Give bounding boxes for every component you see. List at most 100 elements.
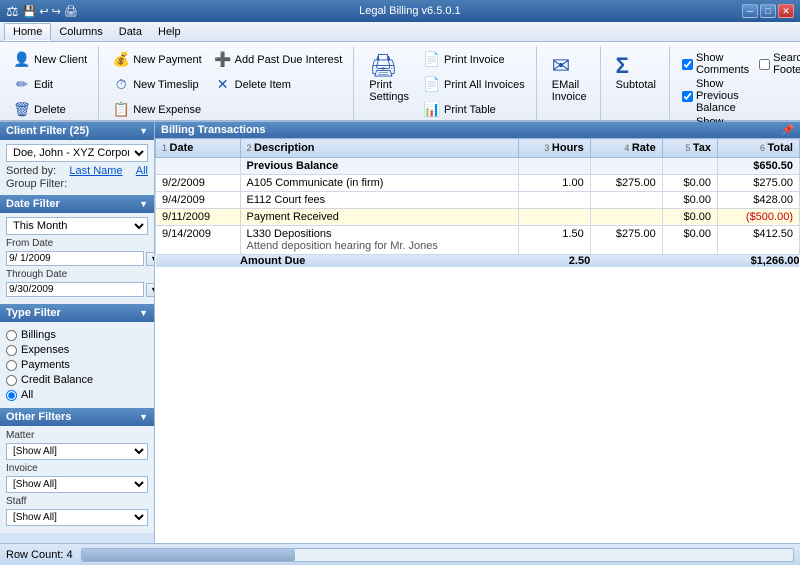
new-client-icon: 👤 [13,51,31,68]
table-row[interactable]: 9/14/2009 L330 Depositions Attend deposi… [156,226,800,255]
row2-date: 9/4/2009 [156,192,241,209]
table-row[interactable]: 9/4/2009 E112 Court fees $0.00 $428.00 [156,192,800,209]
all-radio-label[interactable]: All [6,389,148,401]
left-panel: Client Filter (25) ▼ Doe, John - XYZ Cor… [0,122,155,543]
table-row[interactable]: 9/2/2009 A105 Communicate (in firm) 1.00… [156,175,800,192]
email-invoice-button[interactable]: ✉ EMail Invoice [545,48,594,106]
footer-total: $1,266.00 [717,255,799,268]
ribbon-subtotal-buttons: Σ Subtotal [609,46,663,116]
other-filters-content: Matter [Show All] Invoice [Show All] Sta… [0,426,154,533]
through-date-input[interactable] [6,282,144,297]
statusbar: Row Count: 4 [0,543,800,565]
add-past-due-button[interactable]: ➕ Add Past Due Interest [209,48,348,71]
prev-balance-date [156,158,241,175]
table-row[interactable]: Previous Balance $650.50 [156,158,800,175]
all-radio[interactable] [6,390,17,401]
show-prev-balance-label[interactable]: Show Previous Balance [682,78,749,114]
expenses-radio-label[interactable]: Expenses [6,344,148,356]
row4-desc: L330 Depositions Attend deposition heari… [240,226,519,255]
menubar: Home Columns Data Help [0,22,800,42]
sort-last-name-link[interactable]: Last Name [69,165,122,177]
ribbon-clients-buttons: 👤 New Client ✏ Edit 🗑 Delete [8,46,92,121]
delete-button[interactable]: 🗑 Delete [8,98,92,121]
minimize-button[interactable]: ─ [742,4,758,18]
from-date-input[interactable] [6,251,144,266]
type-filter-radios: Billings Expenses Payments Credit Balanc… [6,326,148,404]
show-prev-balance-checkbox[interactable] [682,91,693,102]
from-date-calendar-button[interactable]: ▼ [146,252,155,266]
type-filter-title: Type Filter [6,307,61,319]
menu-home[interactable]: Home [4,23,51,41]
col-date[interactable]: 1 Date [156,139,241,158]
scrollbar[interactable] [81,548,794,562]
payments-radio[interactable] [6,360,17,371]
ribbon-print-col: 📄 Print Invoice 📄 Print All Invoices 📊 P… [418,48,530,121]
prev-balance-hours [519,158,590,175]
quick-access: 💾 ↩ ↪ 🖨 [23,5,78,18]
expenses-radio[interactable] [6,345,17,356]
row1-desc: A105 Communicate (in firm) [240,175,519,192]
other-filters-header[interactable]: Other Filters ▼ [0,408,154,426]
invoice-select[interactable]: [Show All] [6,476,148,493]
staff-select[interactable]: [Show All] [6,509,148,526]
print-all-button[interactable]: 📄 Print All Invoices [418,73,530,96]
delete-item-icon: ✕ [214,76,232,93]
col-tax[interactable]: 5 Tax [662,139,717,158]
through-date-calendar-button[interactable]: ▼ [146,283,155,297]
add-past-due-icon: ➕ [214,51,232,68]
col-description[interactable]: 2 Description [240,139,519,158]
print-table-button[interactable]: 📊 Print Table [418,98,530,121]
close-button[interactable]: ✕ [778,4,794,18]
new-client-button[interactable]: 👤 New Client [8,48,92,71]
print-invoice-button[interactable]: 📄 Print Invoice [418,48,530,71]
client-filter-content: Doe, John - XYZ Corporation Sorted by: L… [0,140,154,195]
billings-radio[interactable] [6,330,17,341]
sort-line: Sorted by: Last Name All [6,165,148,177]
ribbon-clients-col: 👤 New Client ✏ Edit 🗑 Delete [8,48,92,121]
row2-desc: E112 Court fees [240,192,519,209]
show-comments-checkbox[interactable] [682,59,693,70]
new-timeslip-button[interactable]: ⏱ New Timeslip [107,73,206,96]
payments-radio-label[interactable]: Payments [6,359,148,371]
credit-balance-radio-label[interactable]: Credit Balance [6,374,148,386]
client-filter-header[interactable]: Client Filter (25) ▼ [0,122,154,140]
search-footer-label[interactable]: Search Footer [759,52,800,76]
new-expense-button[interactable]: 📋 New Expense [107,98,206,121]
print-settings-button[interactable]: 🖨 Print Settings [362,48,416,106]
type-filter-header[interactable]: Type Filter ▼ [0,304,154,322]
table-row[interactable]: 9/11/2009 Payment Received $0.00 ($500.0… [156,209,800,226]
invoice-label: Invoice [6,463,148,474]
menu-columns[interactable]: Columns [51,24,110,40]
col-hours[interactable]: 3 Hours [519,139,590,158]
delete-item-button[interactable]: ✕ Delete Item [209,73,348,96]
ribbon-group-clients: 👤 New Client ✏ Edit 🗑 Delete Clients 📌 [2,46,99,120]
client-select[interactable]: Doe, John - XYZ Corporation [6,144,148,162]
maximize-button[interactable]: □ [760,4,776,18]
date-filter-header[interactable]: Date Filter ▼ [0,195,154,213]
date-preset-select[interactable]: This Month [6,217,148,235]
row2-tax: $0.00 [662,192,717,209]
ribbon-billing-col1: 💰 New Payment ⏱ New Timeslip 📋 New Expen… [107,48,206,121]
edit-button[interactable]: ✏ Edit [8,73,92,96]
table-container[interactable]: 1 Date 2 Description 3 Hours 4 [155,138,800,543]
credit-balance-radio[interactable] [6,375,17,386]
menu-data[interactable]: Data [111,24,150,40]
prev-balance-desc: Previous Balance [240,158,519,175]
billing-transactions-pin[interactable]: 📌 [782,125,794,136]
billings-radio-label[interactable]: Billings [6,329,148,341]
search-footer-checkbox[interactable] [759,59,770,70]
billing-transactions-bar: Billing Transactions 📌 [155,122,800,138]
col-rate[interactable]: 4 Rate [590,139,662,158]
subtotal-button[interactable]: Σ Subtotal [609,48,663,106]
footer-tax [662,255,717,268]
menu-help[interactable]: Help [150,24,189,40]
through-date-label: Through Date [6,269,148,280]
matter-select[interactable]: [Show All] [6,443,148,460]
footer-empty [156,255,241,268]
col-total[interactable]: 6 Total [717,139,799,158]
show-comments-label[interactable]: Show Comments [682,52,749,76]
row4-hours: 1.50 [519,226,590,255]
sort-all-link[interactable]: All [136,165,148,177]
new-payment-button[interactable]: 💰 New Payment [107,48,206,71]
group-filter-line: Group Filter: [6,178,148,190]
